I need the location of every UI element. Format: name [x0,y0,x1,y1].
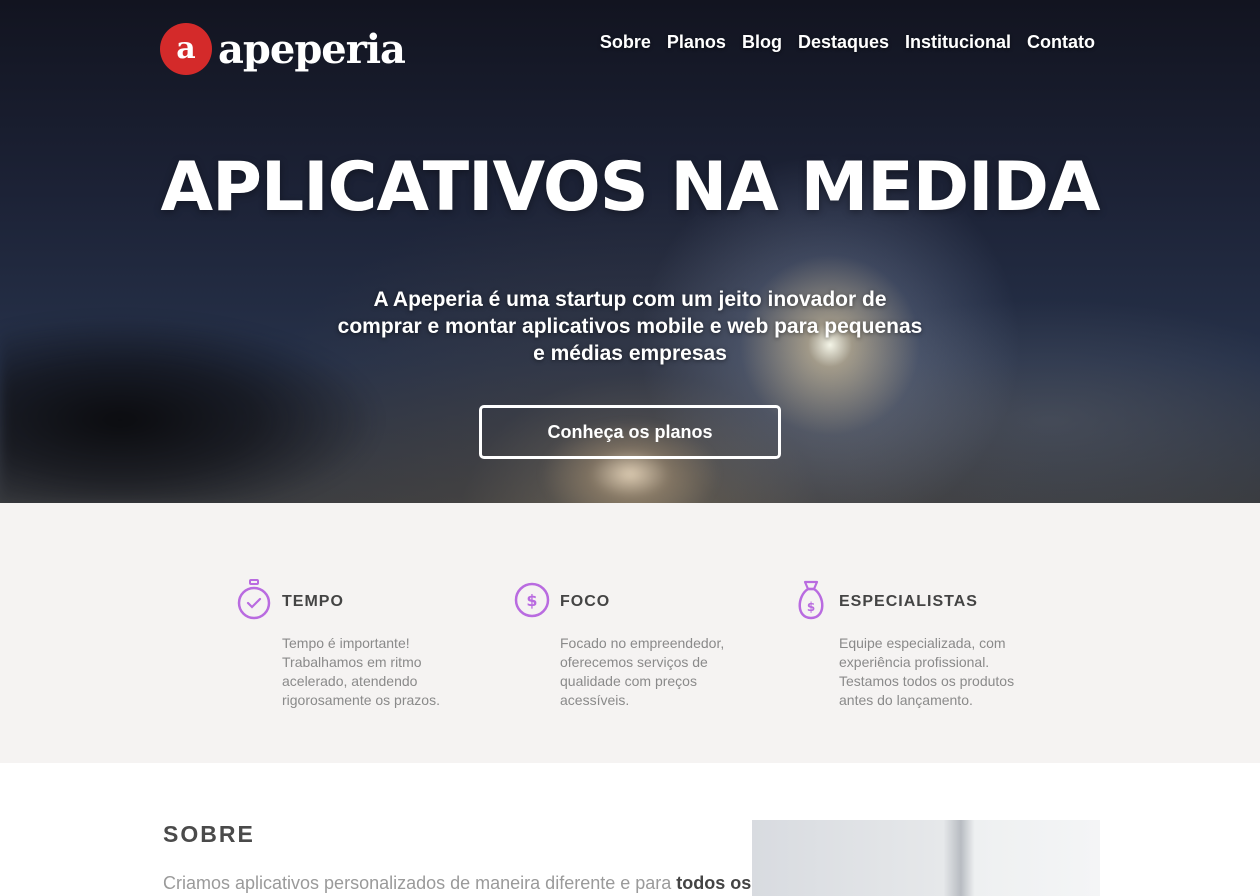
nav-item-sobre[interactable]: Sobre [600,32,651,53]
nav-item-planos[interactable]: Planos [667,32,726,53]
nav-item-destaques[interactable]: Destaques [798,32,889,53]
about-text-prefix: Criamos aplicativos personalizados de ma… [163,873,677,893]
plans-cta-button[interactable]: Conheça os planos [479,405,781,459]
feature-text: Focado no empreendedor, oferecemos servi… [560,635,725,708]
logo-text: apeperia [218,25,406,73]
svg-text:$: $ [526,591,537,610]
money-bag-icon: $ [798,580,824,620]
stopwatch-icon [237,579,271,620]
main-nav: Sobre Planos Blog Destaques Instituciona… [600,32,1095,53]
coin-icon: $ [514,582,550,618]
about-title: SOBRE [163,821,255,847]
hero-title: APLICATIVOS NA MEDIDA [160,148,1100,227]
about-text-bold: todos os [676,873,752,893]
feature-title: FOCO [560,593,611,610]
logo-mark: a [160,23,212,75]
feature-title: ESPECIALISTAS [839,593,978,610]
feature-text: Equipe especializada, com experiência pr… [839,635,1015,708]
about-text: Criamos aplicativos personalizados de ma… [163,873,751,894]
nav-item-blog[interactable]: Blog [742,32,782,53]
about-image [752,820,1100,896]
nav-item-institucional[interactable]: Institucional [905,32,1011,53]
features-section: TEMPO Tempo é importante! Trabalhamos em… [0,503,1260,763]
hero-description: A Apeperia é uma startup com um jeito in… [337,288,923,365]
hero-section: a apeperia Sobre Planos Blog Destaques I… [0,0,1260,503]
logo[interactable]: a apeperia [160,22,406,76]
feature-text: Tempo é importante! Trabalhamos em ritmo… [282,635,440,708]
about-section: SOBRE Criamos aplicativos personalizados… [0,763,1260,896]
svg-text:$: $ [807,600,815,614]
feature-title: TEMPO [282,593,344,610]
nav-item-contato[interactable]: Contato [1027,32,1095,53]
